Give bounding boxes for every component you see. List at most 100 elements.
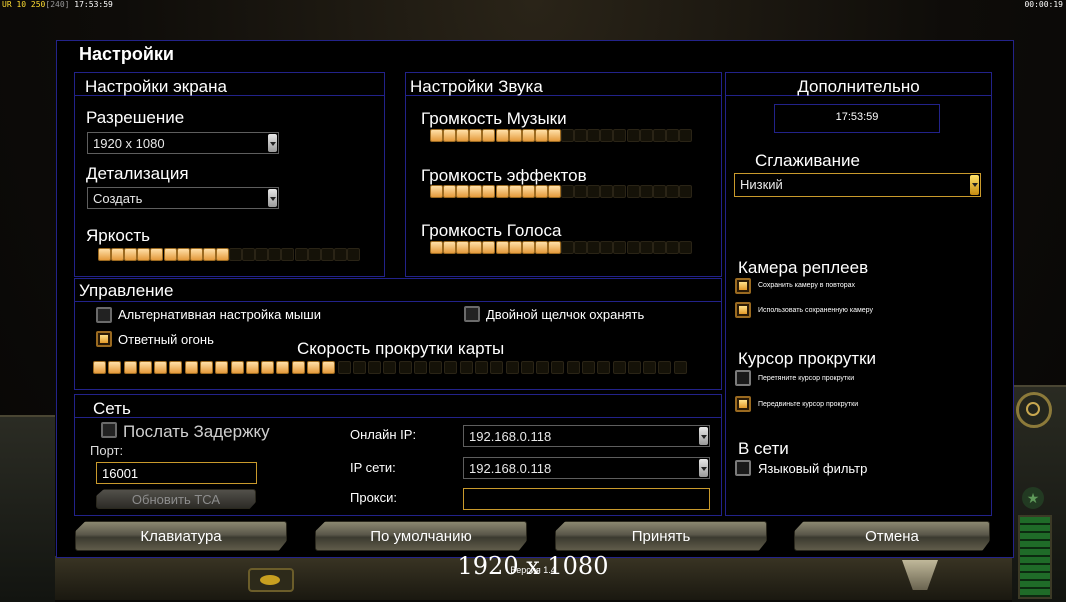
voice-volume-slider[interactable] — [430, 241, 692, 255]
slider-segment-filled[interactable] — [521, 129, 535, 142]
slider-segment-filled[interactable] — [456, 241, 470, 254]
slider-segment-filled[interactable] — [176, 248, 190, 261]
scroll-speed-slider[interactable] — [93, 361, 689, 375]
update-tca-button[interactable]: Обновить ТСА — [96, 489, 256, 509]
slider-segment-empty[interactable] — [626, 129, 640, 142]
slider-segment-filled[interactable] — [495, 241, 509, 254]
slider-segment-filled[interactable] — [98, 248, 111, 261]
slider-segment-empty[interactable] — [612, 361, 626, 374]
port-field[interactable]: 16001 — [96, 462, 257, 484]
slider-segment-empty[interactable] — [613, 129, 627, 142]
slider-segment-filled[interactable] — [534, 129, 548, 142]
slider-segment-filled[interactable] — [456, 129, 470, 142]
slider-segment-filled[interactable] — [150, 248, 164, 261]
language-filter-checkbox[interactable] — [735, 460, 751, 476]
slider-segment-empty[interactable] — [652, 241, 666, 254]
slider-segment-filled[interactable] — [534, 185, 548, 198]
effects-volume-slider[interactable] — [430, 185, 692, 199]
slider-segment-empty[interactable] — [561, 241, 574, 254]
defaults-button[interactable]: По умолчанию — [315, 521, 527, 551]
slider-segment-empty[interactable] — [678, 185, 692, 198]
slider-segment-empty[interactable] — [352, 361, 366, 374]
accept-button[interactable]: Принять — [555, 521, 767, 551]
slider-segment-filled[interactable] — [443, 129, 457, 142]
slider-segment-empty[interactable] — [536, 361, 550, 374]
slider-segment-empty[interactable] — [597, 361, 611, 374]
slider-segment-filled[interactable] — [547, 185, 561, 198]
slider-segment-filled[interactable] — [443, 241, 457, 254]
slider-segment-filled[interactable] — [482, 241, 496, 254]
slider-segment-empty[interactable] — [398, 361, 412, 374]
send-delay-checkbox[interactable] — [101, 422, 117, 438]
slider-segment-empty[interactable] — [587, 185, 601, 198]
slider-segment-filled[interactable] — [202, 248, 216, 261]
slider-segment-filled[interactable] — [154, 361, 168, 374]
slider-segment-filled[interactable] — [261, 361, 275, 374]
slider-segment-empty[interactable] — [281, 248, 295, 261]
slider-segment-filled[interactable] — [163, 248, 177, 261]
radar-icon[interactable] — [1016, 392, 1052, 428]
slider-segment-empty[interactable] — [229, 248, 242, 261]
slider-segment-filled[interactable] — [123, 361, 137, 374]
lan-ip-select[interactable]: 192.168.0.118 — [463, 457, 710, 479]
slider-segment-empty[interactable] — [673, 361, 687, 374]
slider-segment-filled[interactable] — [230, 361, 244, 374]
slider-segment-filled[interactable] — [508, 129, 522, 142]
slider-segment-empty[interactable] — [333, 248, 347, 261]
resolution-select[interactable]: 1920 x 1080 — [87, 132, 279, 154]
slider-segment-filled[interactable] — [469, 185, 483, 198]
slider-segment-filled[interactable] — [534, 241, 548, 254]
slider-segment-filled[interactable] — [138, 361, 152, 374]
double-click-guard-checkbox[interactable] — [464, 306, 480, 322]
keyboard-button[interactable]: Клавиатура — [75, 521, 287, 551]
slider-segment-filled[interactable] — [495, 185, 509, 198]
slider-segment-filled[interactable] — [215, 248, 229, 261]
online-ip-select[interactable]: 192.168.0.118 — [463, 425, 710, 447]
detail-select[interactable]: Создать — [87, 187, 279, 209]
slider-segment-empty[interactable] — [490, 361, 504, 374]
slider-segment-filled[interactable] — [169, 361, 183, 374]
slider-segment-empty[interactable] — [429, 361, 443, 374]
alt-mouse-checkbox[interactable] — [96, 307, 112, 323]
slider-segment-filled[interactable] — [469, 241, 483, 254]
slider-segment-filled[interactable] — [443, 185, 457, 198]
slider-segment-empty[interactable] — [639, 129, 653, 142]
slider-segment-empty[interactable] — [658, 361, 672, 374]
slider-segment-filled[interactable] — [276, 361, 290, 374]
move-scroll-cursor-checkbox[interactable] — [735, 396, 751, 412]
slider-segment-filled[interactable] — [93, 361, 106, 374]
slider-segment-filled[interactable] — [108, 361, 122, 374]
slider-segment-empty[interactable] — [383, 361, 397, 374]
slider-segment-filled[interactable] — [124, 248, 138, 261]
slider-segment-filled[interactable] — [215, 361, 229, 374]
slider-segment-filled[interactable] — [137, 248, 151, 261]
proxy-field[interactable] — [463, 488, 710, 510]
slider-segment-empty[interactable] — [475, 361, 489, 374]
slider-segment-empty[interactable] — [337, 361, 351, 374]
drag-scroll-cursor-checkbox[interactable] — [735, 370, 751, 386]
slider-segment-empty[interactable] — [255, 248, 269, 261]
slider-segment-empty[interactable] — [574, 129, 588, 142]
slider-segment-empty[interactable] — [444, 361, 458, 374]
slider-segment-empty[interactable] — [574, 185, 588, 198]
slider-segment-filled[interactable] — [199, 361, 213, 374]
slider-segment-empty[interactable] — [665, 241, 679, 254]
slider-segment-empty[interactable] — [627, 361, 641, 374]
slider-segment-empty[interactable] — [639, 241, 653, 254]
slider-segment-empty[interactable] — [626, 185, 640, 198]
slider-segment-empty[interactable] — [600, 241, 614, 254]
save-replay-camera-checkbox[interactable] — [735, 278, 751, 294]
slider-segment-empty[interactable] — [678, 129, 692, 142]
slider-segment-empty[interactable] — [613, 185, 627, 198]
slider-segment-empty[interactable] — [268, 248, 282, 261]
slider-segment-empty[interactable] — [626, 241, 640, 254]
slider-segment-empty[interactable] — [600, 129, 614, 142]
slider-segment-empty[interactable] — [551, 361, 565, 374]
slider-segment-filled[interactable] — [430, 185, 443, 198]
slider-segment-filled[interactable] — [245, 361, 259, 374]
slider-segment-empty[interactable] — [561, 129, 574, 142]
slider-segment-filled[interactable] — [111, 248, 125, 261]
music-volume-slider[interactable] — [430, 129, 692, 143]
use-saved-camera-checkbox[interactable] — [735, 302, 751, 318]
slider-segment-empty[interactable] — [665, 185, 679, 198]
